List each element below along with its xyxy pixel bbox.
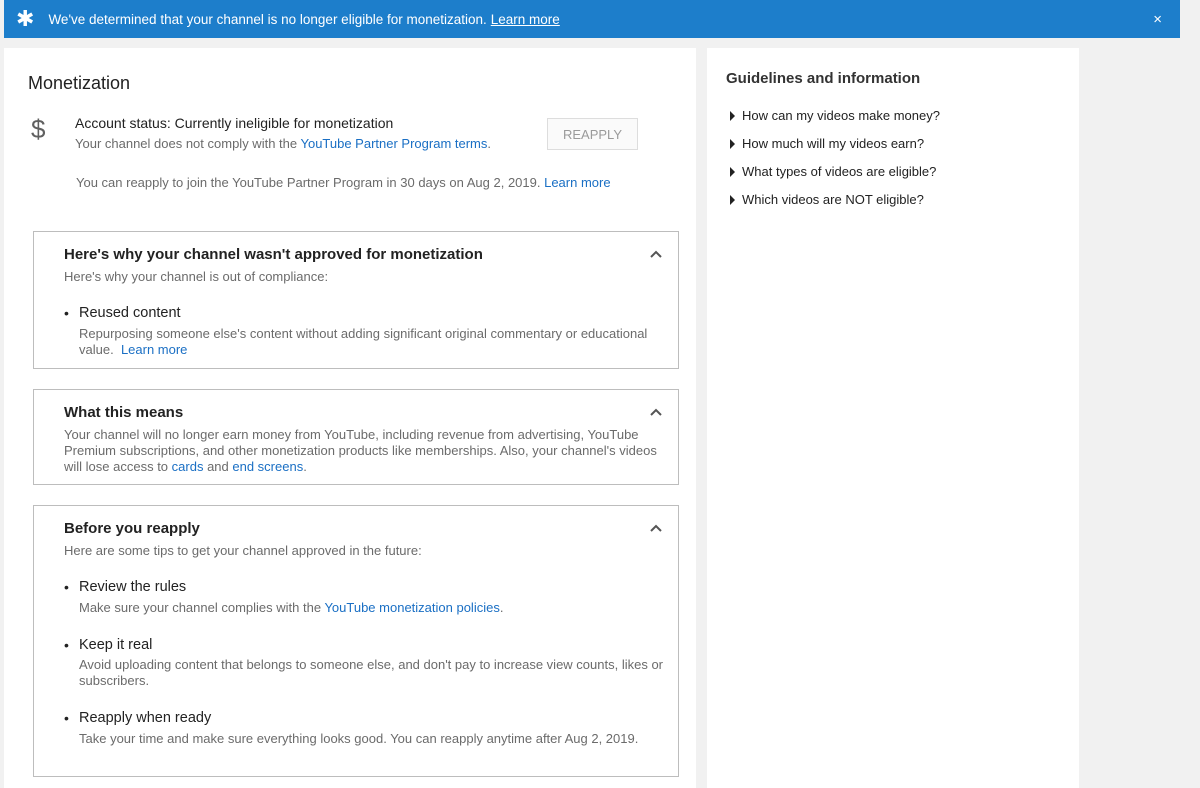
guidelines-list: How can my videos make money? How much w… bbox=[728, 108, 940, 220]
tip-description: Avoid uploading content that belongs to … bbox=[79, 657, 663, 689]
reused-content-desc-line2: value. bbox=[79, 342, 114, 357]
partner-program-terms-link[interactable]: YouTube Partner Program terms bbox=[300, 136, 487, 151]
why-not-approved-card: Here's why your channel wasn't approved … bbox=[33, 231, 679, 369]
monetization-panel: Monetization $ Account status: Currently… bbox=[4, 48, 696, 788]
tip-review-rules-suffix: . bbox=[499, 600, 504, 615]
banner-message: We've determined that your channel is no… bbox=[48, 11, 487, 27]
means-text: Your channel will no longer earn money f… bbox=[64, 427, 657, 475]
chevron-up-icon[interactable] bbox=[648, 404, 664, 420]
reapply-note: You can reapply to join the YouTube Part… bbox=[76, 175, 611, 190]
notification-banner: ✱ We've determined that your channel is … bbox=[4, 0, 1180, 38]
guideline-item-label: How much will my videos earn? bbox=[742, 136, 925, 151]
account-status: Account status: Currently ineligible for… bbox=[75, 115, 394, 131]
means-line1: Your channel will no longer earn money f… bbox=[64, 427, 639, 442]
why-subtitle: Here's why your channel is out of compli… bbox=[64, 269, 329, 284]
chevron-up-icon[interactable] bbox=[648, 520, 664, 536]
guideline-item-label: How can my videos make money? bbox=[742, 108, 940, 123]
tip-description: Make sure your channel complies with the… bbox=[79, 600, 503, 616]
close-icon[interactable]: × bbox=[1153, 11, 1162, 28]
monetization-policies-link[interactable]: YouTube monetization policies bbox=[324, 600, 499, 615]
means-line3-mid: and bbox=[203, 459, 233, 474]
account-status-detail: Your channel does not comply with the Yo… bbox=[75, 136, 491, 151]
guideline-item[interactable]: How much will my videos earn? bbox=[728, 136, 940, 164]
tip-reapply-when-ready: Reapply when ready bbox=[64, 710, 212, 726]
guidelines-panel: Guidelines and information How can my vi… bbox=[707, 48, 1079, 788]
reused-content-item: Reused content bbox=[64, 305, 181, 321]
means-heading: What this means bbox=[64, 404, 184, 421]
dollar-icon: $ bbox=[31, 114, 46, 144]
banner-learn-more-link[interactable]: Learn more bbox=[491, 12, 560, 27]
chevron-up-icon[interactable] bbox=[648, 246, 664, 262]
tip-title: Review the rules bbox=[79, 579, 187, 595]
reapply-note-text: You can reapply to join the YouTube Part… bbox=[76, 175, 545, 190]
reused-content-title: Reused content bbox=[79, 305, 181, 321]
triangle-right-icon bbox=[730, 111, 735, 121]
guideline-item-label: Which videos are NOT eligible? bbox=[742, 192, 924, 207]
reapply-button[interactable]: REAPPLY bbox=[547, 118, 638, 150]
guidelines-title: Guidelines and information bbox=[726, 70, 921, 87]
tip-keep-it-real-line2: subscribers. bbox=[79, 673, 150, 688]
why-heading: Here's why your channel wasn't approved … bbox=[64, 246, 483, 263]
tip-keep-it-real-line1: Avoid uploading content that belongs to … bbox=[79, 657, 664, 672]
guideline-item[interactable]: What types of videos are eligible? bbox=[728, 164, 940, 192]
tip-description: Take your time and make sure everything … bbox=[79, 731, 639, 746]
page-title: Monetization bbox=[28, 73, 131, 93]
tip-review-rules: Review the rules bbox=[64, 579, 187, 595]
guideline-item[interactable]: How can my videos make money? bbox=[728, 108, 940, 136]
tip-keep-it-real: Keep it real bbox=[64, 637, 153, 653]
means-line3-suffix: . bbox=[303, 459, 307, 474]
before-you-reapply-card: Before you reapply Here are some tips to… bbox=[33, 505, 679, 777]
reused-content-learn-more-link[interactable]: Learn more bbox=[121, 342, 187, 357]
tip-review-rules-text: Make sure your channel complies with the bbox=[79, 600, 325, 615]
tip-title: Reapply when ready bbox=[79, 710, 212, 726]
account-status-detail-text: Your channel does not comply with the bbox=[75, 136, 301, 151]
before-subtitle: Here are some tips to get your channel a… bbox=[64, 543, 422, 558]
star-icon: ✱ bbox=[16, 6, 35, 31]
reapply-learn-more-link[interactable]: Learn more bbox=[544, 175, 610, 190]
means-line3: will lose access to bbox=[64, 459, 172, 474]
reused-content-desc: Repurposing someone else's content witho… bbox=[79, 326, 647, 358]
triangle-right-icon bbox=[730, 167, 735, 177]
means-line2: Premium subscriptions, and other monetiz… bbox=[64, 443, 657, 458]
triangle-right-icon bbox=[730, 139, 735, 149]
guideline-item[interactable]: Which videos are NOT eligible? bbox=[728, 192, 940, 220]
account-status-detail-suffix: . bbox=[487, 136, 492, 151]
tip-title: Keep it real bbox=[79, 637, 153, 653]
reused-content-desc-line1: Repurposing someone else's content witho… bbox=[79, 326, 648, 341]
end-screens-link[interactable]: end screens bbox=[232, 459, 303, 474]
triangle-right-icon bbox=[730, 195, 735, 205]
cards-link[interactable]: cards bbox=[172, 459, 204, 474]
guideline-item-label: What types of videos are eligible? bbox=[742, 164, 937, 179]
what-this-means-card: What this means Your channel will no lon… bbox=[33, 389, 679, 485]
before-heading: Before you reapply bbox=[64, 520, 200, 537]
